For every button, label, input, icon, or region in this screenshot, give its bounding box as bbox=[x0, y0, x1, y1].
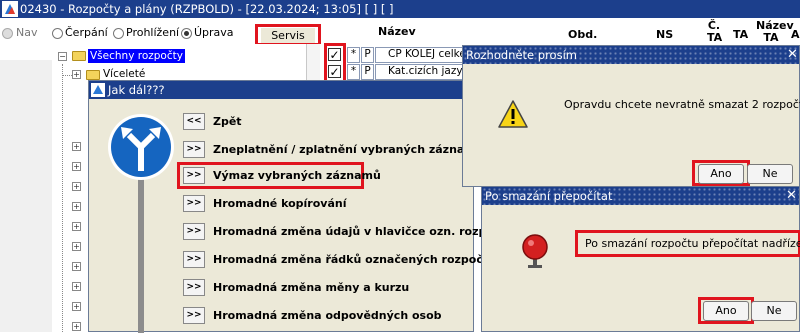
row-p: P bbox=[361, 47, 374, 63]
row-select-checkbox[interactable]: ✓ bbox=[328, 65, 341, 78]
tree-item-viceleta[interactable]: Víceleté bbox=[103, 68, 145, 80]
mode-cerpani-radio[interactable] bbox=[52, 28, 63, 39]
action-label-rows-change: Hromadná změna řádků označených rozpočtů bbox=[213, 253, 496, 266]
folder-icon bbox=[86, 70, 100, 80]
invalidate-button[interactable]: >> bbox=[183, 141, 205, 158]
col-header-nazev-ta: Název TA bbox=[756, 19, 794, 44]
tree-expand-icon[interactable]: + bbox=[72, 302, 81, 311]
tree-collapse-icon[interactable]: − bbox=[58, 52, 67, 61]
confirm-title: Rozhodněte prosím bbox=[466, 48, 577, 62]
confirm-titlebar: Rozhodněte prosím ✕ bbox=[463, 46, 799, 64]
mode-uprava-label: Úprava bbox=[194, 26, 234, 39]
action-label-currency-change: Hromadná změna měny a kurzu bbox=[213, 281, 410, 294]
tree-expand-icon[interactable]: + bbox=[72, 322, 81, 331]
confirm-yes-button[interactable]: Ano bbox=[698, 164, 744, 184]
recalc-title: Po smazání přepočítat bbox=[485, 189, 613, 203]
direction-sign-icon bbox=[108, 114, 174, 333]
back-button[interactable]: << bbox=[183, 113, 205, 130]
delete-selected-button[interactable]: >> bbox=[183, 167, 205, 184]
jak-dal-dialog: Jak dál??? << Zpět >> Zneplatnění / zpla… bbox=[88, 80, 514, 333]
tree-root-item[interactable]: Všechny rozpočty bbox=[88, 49, 185, 63]
recalc-titlebar: Po smazání přepočítat ✕ bbox=[482, 187, 799, 205]
action-label-bulk-copy: Hromadné kopírování bbox=[213, 197, 347, 210]
app-icon bbox=[91, 83, 105, 97]
confirm-message: Opravdu chcete nevratně smazat 2 rozpočt… bbox=[564, 98, 800, 111]
close-icon[interactable]: ✕ bbox=[787, 47, 798, 62]
tree-expand-icon[interactable]: + bbox=[72, 202, 81, 211]
tree-expand-icon[interactable]: + bbox=[72, 222, 81, 231]
mode-uprava-radio[interactable] bbox=[181, 28, 192, 39]
bulk-header-change-button[interactable]: >> bbox=[183, 223, 205, 240]
folder-open-icon bbox=[72, 51, 86, 61]
bulk-persons-change-button[interactable]: >> bbox=[183, 307, 205, 324]
tree-expand-icon[interactable]: + bbox=[72, 162, 81, 171]
recalc-dialog: Po smazání přepočítat ✕ Po smazání rozpo… bbox=[481, 186, 800, 332]
row-name[interactable]: Kat.cizích jazyků bbox=[375, 64, 465, 80]
jak-dal-title: Jak dál??? bbox=[108, 83, 165, 97]
recalc-option-text[interactable]: Po smazání rozpočtu přepočítat nadřízený bbox=[585, 237, 800, 250]
col-header-nazev: Název bbox=[378, 25, 416, 38]
row-p: P bbox=[361, 64, 374, 80]
bulk-rows-change-button[interactable]: >> bbox=[183, 251, 205, 268]
col-header-obd: Obd. bbox=[568, 28, 598, 41]
left-panel bbox=[0, 60, 52, 332]
servis-button[interactable]: Servis bbox=[261, 28, 315, 43]
recalc-no-button[interactable]: Ne bbox=[751, 301, 797, 321]
action-label-delete: Výmaz vybraných záznamů bbox=[213, 169, 381, 182]
mode-cerpani-label: Čerpání bbox=[65, 26, 108, 39]
confirm-delete-dialog: Rozhodněte prosím ✕ Opravdu chcete nevra… bbox=[462, 45, 800, 187]
close-icon[interactable]: ✕ bbox=[786, 188, 797, 203]
mode-nav-label: Nav bbox=[16, 26, 38, 39]
row-name[interactable]: CP KOLEJ celkem bbox=[375, 47, 465, 63]
app-icon bbox=[2, 1, 18, 17]
bulk-currency-change-button[interactable]: >> bbox=[183, 279, 205, 296]
confirm-no-button[interactable]: Ne bbox=[747, 164, 793, 184]
tree-expand-icon[interactable]: + bbox=[72, 262, 81, 271]
alarm-bell-icon bbox=[522, 234, 548, 268]
col-header-a: AI bbox=[791, 28, 800, 41]
tree-expand-icon[interactable]: + bbox=[72, 242, 81, 251]
tree-expand-icon[interactable]: + bbox=[72, 70, 81, 79]
action-label-header-change: Hromadná změna údajů v hlavičce ozn. roz… bbox=[213, 225, 514, 238]
jak-dal-titlebar: Jak dál??? bbox=[89, 81, 473, 99]
window-title: 02430 - Rozpočty a plány (RZPBOLD) - [22… bbox=[20, 2, 394, 16]
tree-connector bbox=[62, 64, 63, 332]
action-label-persons-change: Hromadná změna odpovědných osob bbox=[213, 309, 442, 322]
row-select-checkbox[interactable]: ✓ bbox=[328, 48, 341, 61]
recalc-yes-button[interactable]: Ano bbox=[703, 301, 749, 321]
action-label-back: Zpět bbox=[213, 115, 242, 128]
row-star: * bbox=[347, 47, 360, 63]
col-header-ns: NS bbox=[656, 28, 674, 41]
tree-expand-icon[interactable]: + bbox=[72, 182, 81, 191]
mode-nav-radio[interactable] bbox=[2, 28, 13, 39]
col-header-ct-ta: Č. TA bbox=[707, 19, 723, 44]
action-label-invalidate: Zneplatnění / zplatnění vybraných záznam… bbox=[213, 143, 484, 156]
mode-prohlizeni-radio[interactable] bbox=[113, 28, 124, 39]
col-header-ta: TA bbox=[733, 28, 749, 41]
warning-icon bbox=[498, 100, 528, 128]
tree-expand-icon[interactable]: + bbox=[72, 282, 81, 291]
bulk-copy-button[interactable]: >> bbox=[183, 195, 205, 212]
tree-expand-icon[interactable]: + bbox=[72, 142, 81, 151]
window-titlebar: 02430 - Rozpočty a plány (RZPBOLD) - [22… bbox=[0, 0, 800, 18]
row-star: * bbox=[347, 64, 360, 80]
mode-prohlizeni-label: Prohlížení bbox=[126, 26, 180, 39]
